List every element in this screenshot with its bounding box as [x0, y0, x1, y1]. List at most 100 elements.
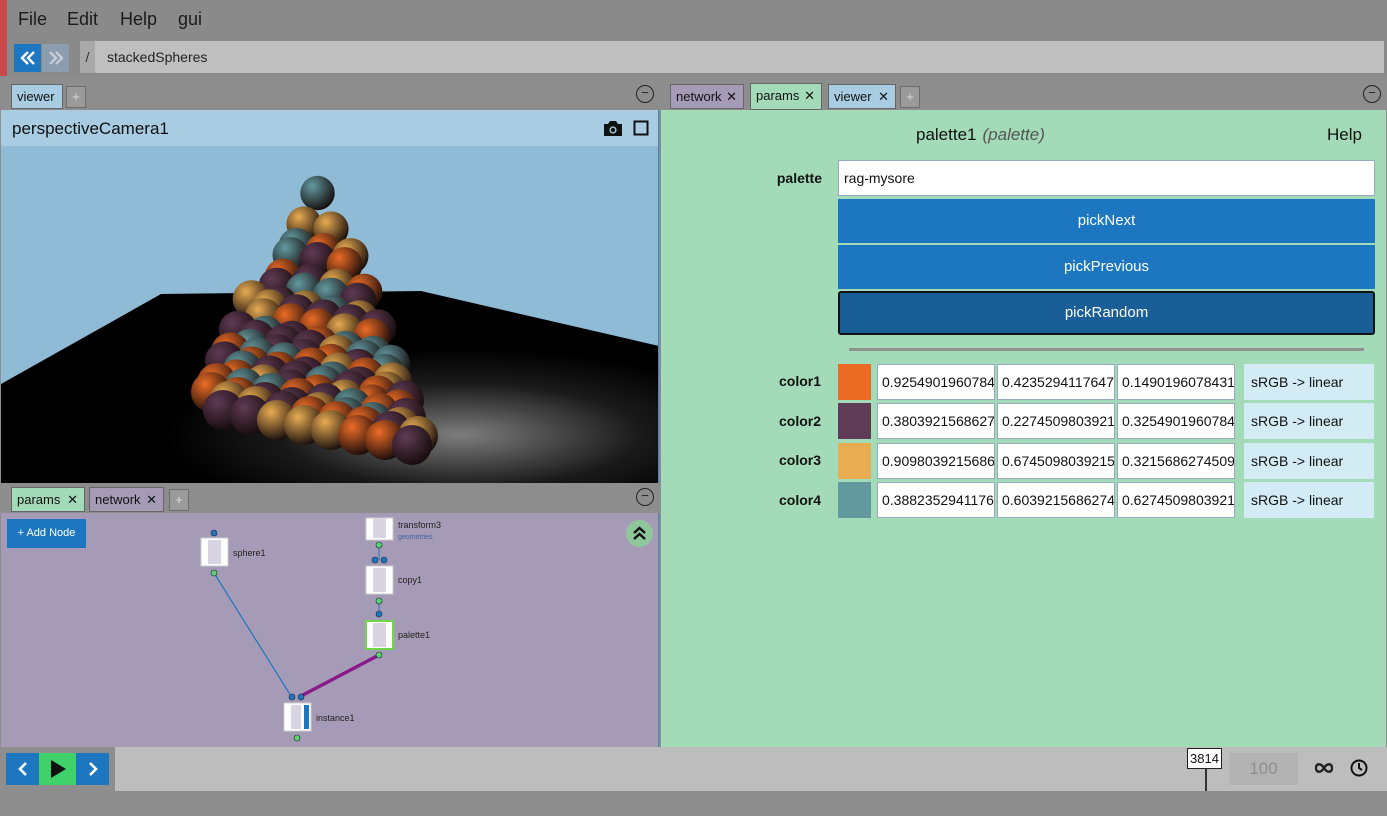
- history-forward-button[interactable]: [42, 44, 69, 72]
- color2-swatch[interactable]: [838, 403, 871, 439]
- color3-g-field[interactable]: 0.6745098039215: [997, 443, 1115, 479]
- node-output[interactable]: [375, 651, 383, 659]
- color3-srgb-button[interactable]: sRGB -> linear: [1244, 443, 1374, 479]
- menu-file[interactable]: File: [18, 9, 47, 30]
- playhead[interactable]: [1205, 769, 1207, 791]
- node-input[interactable]: [288, 693, 296, 701]
- color2-label: color2: [778, 413, 821, 429]
- color2-b-field[interactable]: 0.3254901960784: [1117, 403, 1235, 439]
- node-label: instance1: [316, 713, 355, 723]
- node-output[interactable]: [375, 597, 383, 605]
- menu-edit[interactable]: Edit: [67, 9, 98, 30]
- pick-random-button[interactable]: pickRandom: [838, 291, 1375, 335]
- breadcrumb-path[interactable]: stackedSpheres: [107, 49, 207, 65]
- display-flag[interactable]: [304, 705, 309, 729]
- color4-r-field[interactable]: 0.3882352941176: [877, 482, 995, 518]
- node-body: [373, 568, 386, 592]
- app-window: File Edit Help gui / stackedSpheres view…: [0, 0, 1387, 816]
- viewer-header: perspectiveCamera1: [1, 110, 658, 146]
- color2-g-field[interactable]: 0.2274509803921: [997, 403, 1115, 439]
- node-body: [291, 705, 301, 729]
- tab-viewer[interactable]: viewer ✕: [828, 84, 896, 109]
- close-icon[interactable]: ✕: [804, 84, 815, 107]
- add-tab-button[interactable]: +: [169, 489, 189, 511]
- tab-network[interactable]: network ✕: [670, 84, 744, 109]
- help-link[interactable]: Help: [1327, 125, 1362, 145]
- minimize-panel-button[interactable]: −: [636, 85, 654, 103]
- node-body: [373, 518, 386, 538]
- color3-swatch[interactable]: [838, 443, 871, 479]
- color2-srgb-button[interactable]: sRGB -> linear: [1244, 403, 1374, 439]
- add-tab-button[interactable]: +: [66, 86, 86, 108]
- tab-params[interactable]: params ✕: [750, 83, 822, 110]
- tab-network[interactable]: network ✕: [89, 487, 164, 512]
- tab-params[interactable]: params ✕: [11, 487, 85, 512]
- sphere: [392, 425, 432, 465]
- clock-icon[interactable]: [1350, 759, 1368, 777]
- color3-r-field[interactable]: 0.9098039215686: [877, 443, 995, 479]
- sphere: [300, 175, 335, 211]
- tab-label: params: [756, 88, 800, 103]
- color1-b-field[interactable]: 0.1490196078431: [1117, 364, 1235, 400]
- color4-swatch[interactable]: [838, 482, 871, 518]
- next-icon: [88, 762, 98, 776]
- breadcrumb-root[interactable]: /: [80, 41, 95, 73]
- add-tab-button[interactable]: +: [900, 86, 920, 108]
- close-icon[interactable]: ✕: [67, 488, 78, 511]
- breadcrumb-bar: / stackedSpheres: [7, 38, 1387, 76]
- close-icon[interactable]: ✕: [726, 85, 737, 108]
- prev-frame-button[interactable]: [6, 753, 39, 785]
- menu-help[interactable]: Help: [120, 9, 157, 30]
- next-frame-button[interactable]: [76, 753, 109, 785]
- palette-input[interactable]: rag-mysore: [838, 160, 1375, 196]
- color1-swatch[interactable]: [838, 364, 871, 400]
- 3d-viewport[interactable]: [1, 146, 659, 483]
- left-bottom-tabstrip: params ✕ network ✕ + −: [1, 486, 659, 513]
- camera-icon[interactable]: [603, 120, 623, 137]
- color4-srgb-button[interactable]: sRGB -> linear: [1244, 482, 1374, 518]
- node-input[interactable]: [371, 556, 379, 564]
- pick-previous-button[interactable]: pickPrevious: [838, 245, 1375, 289]
- menu-gui[interactable]: gui: [178, 9, 202, 30]
- close-icon[interactable]: ✕: [146, 488, 157, 511]
- node-input[interactable]: [297, 693, 305, 701]
- color4-label: color4: [778, 492, 821, 508]
- right-tabstrip: network ✕ params ✕ viewer ✕ + −: [661, 83, 1386, 110]
- color4-b-field[interactable]: 0.6274509803921: [1117, 482, 1235, 518]
- node-type: (palette): [982, 125, 1045, 144]
- color1-g-field[interactable]: 0.4235294117647: [997, 364, 1115, 400]
- node-body: [208, 540, 221, 564]
- node-output[interactable]: [293, 734, 301, 742]
- params-panel: palette1 (palette) Help palette rag-mysor…: [661, 110, 1386, 747]
- minimize-panel-button[interactable]: −: [1363, 85, 1381, 103]
- tab-viewer[interactable]: viewer: [11, 84, 63, 109]
- breadcrumb: / stackedSpheres: [80, 41, 1384, 73]
- color3-label: color3: [778, 452, 821, 468]
- color2-r-field[interactable]: 0.3803921568627: [877, 403, 995, 439]
- play-icon: [50, 760, 66, 778]
- tab-label: params: [17, 492, 61, 507]
- double-chevron-right-icon: [48, 51, 64, 65]
- node-output[interactable]: [375, 541, 383, 549]
- color1-r-field[interactable]: 0.9254901960784: [877, 364, 995, 400]
- close-icon[interactable]: ✕: [878, 85, 889, 108]
- color4-g-field[interactable]: 0.6039215686274: [997, 482, 1115, 518]
- current-frame-label: 3814: [1187, 748, 1222, 769]
- node-output[interactable]: [210, 569, 218, 577]
- node-input[interactable]: [380, 556, 388, 564]
- connection-selected: [300, 653, 380, 698]
- history-back-button[interactable]: [14, 44, 41, 72]
- play-button[interactable]: [39, 753, 76, 785]
- color3-b-field[interactable]: 0.3215686274509: [1117, 443, 1235, 479]
- node-input[interactable]: [210, 529, 218, 537]
- node-input[interactable]: [375, 610, 383, 618]
- network-panel[interactable]: + Add Node sphere1 transform3 geometries…: [1, 513, 659, 747]
- minimize-panel-button[interactable]: −: [636, 488, 654, 506]
- frame-icon[interactable]: [633, 120, 649, 136]
- node-title: palette1 (palette): [916, 125, 1045, 145]
- node-label: sphere1: [233, 548, 266, 558]
- loop-icon[interactable]: [1314, 762, 1334, 774]
- color1-srgb-button[interactable]: sRGB -> linear: [1244, 364, 1374, 400]
- pick-next-button[interactable]: pickNext: [838, 199, 1375, 243]
- end-frame-input[interactable]: 100: [1229, 753, 1298, 785]
